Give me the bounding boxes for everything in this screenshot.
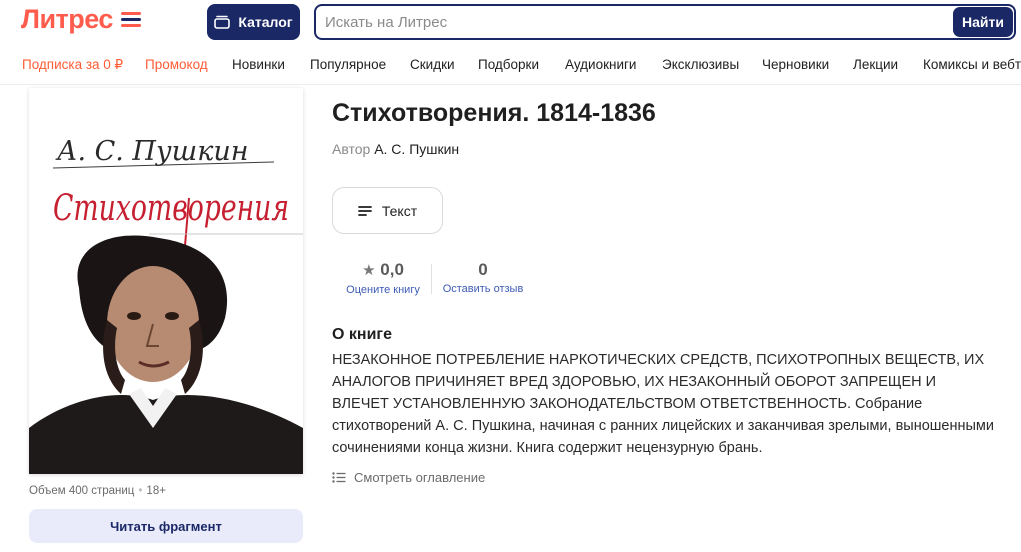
litres-logo[interactable]: Литрес [21, 4, 141, 35]
nav-item-promocode[interactable]: Промокод [145, 57, 208, 72]
stats-divider [431, 264, 432, 294]
nav-item-popular[interactable]: Популярное [310, 57, 386, 72]
book-cover[interactable]: А. С. Пушкин Стихотворения [29, 88, 303, 474]
site-header: Литрес Каталог Найти [0, 0, 1021, 43]
stripes-logo-icon [120, 12, 141, 27]
main-nav: Подписка за 0 ₽ Промокод Новинки Популяр… [0, 48, 1021, 85]
author-link[interactable]: А. С. Пушкин [374, 141, 459, 157]
nav-item-exclusives[interactable]: Эксклюзивы [662, 57, 739, 72]
book-title: Стихотворения. 1814-1836 [332, 99, 656, 127]
table-of-contents-link[interactable]: Смотреть оглавление [332, 470, 485, 485]
book-meta: Объем 400 страниц • 18+ [29, 485, 166, 497]
rating-block[interactable]: ★ 0,0 Оцените книгу [341, 259, 425, 296]
nav-item-comics[interactable]: Комиксы и вебт [923, 57, 1021, 72]
author-line: Автор А. С. Пушкин [332, 141, 459, 157]
nav-item-collections[interactable]: Подборки [478, 57, 539, 72]
nav-item-audiobooks[interactable]: Аудиокниги [565, 57, 636, 72]
reviews-count: 0 [478, 260, 488, 279]
list-icon [332, 472, 346, 483]
nav-item-subscription[interactable]: Подписка за 0 ₽ [22, 57, 123, 73]
nav-item-lectures[interactable]: Лекции [853, 57, 898, 72]
search-input[interactable] [325, 6, 945, 38]
cover-title-script: Стихотворения [53, 188, 289, 229]
nav-item-drafts[interactable]: Черновики [762, 57, 829, 72]
leave-review-link[interactable]: Оставить отзыв [438, 283, 528, 295]
rate-book-link[interactable]: Оцените книгу [341, 284, 425, 296]
format-label: Текст [381, 202, 418, 219]
search-box: Найти [314, 4, 1016, 40]
logo-text: Литрес [21, 4, 113, 34]
toc-label: Смотреть оглавление [354, 470, 486, 485]
pages-count: Объем 400 страниц [29, 485, 135, 497]
cover-author-script: А. С. Пушкин [55, 136, 249, 167]
star-icon: ★ [362, 262, 376, 279]
text-lines-icon [357, 205, 372, 216]
about-heading: О книге [332, 326, 392, 343]
age-rating: 18+ [146, 485, 166, 497]
format-text-button[interactable]: Текст [332, 187, 443, 234]
search-button[interactable]: Найти [953, 7, 1013, 37]
nav-item-new[interactable]: Новинки [232, 57, 285, 72]
catalog-label: Каталог [238, 14, 293, 30]
nav-item-discounts[interactable]: Скидки [410, 57, 455, 72]
rating-value: 0,0 [380, 260, 404, 279]
author-prefix: Автор [332, 141, 371, 157]
catalog-button[interactable]: Каталог [207, 4, 300, 40]
about-text: НЕЗАКОННОЕ ПОТРЕБЛЕНИЕ НАРКОТИЧЕСКИХ СРЕ… [332, 352, 994, 456]
read-fragment-button[interactable]: Читать фрагмент [29, 509, 303, 543]
book-stack-icon [214, 15, 231, 29]
reviews-block[interactable]: 0 Оставить отзыв [438, 259, 528, 295]
